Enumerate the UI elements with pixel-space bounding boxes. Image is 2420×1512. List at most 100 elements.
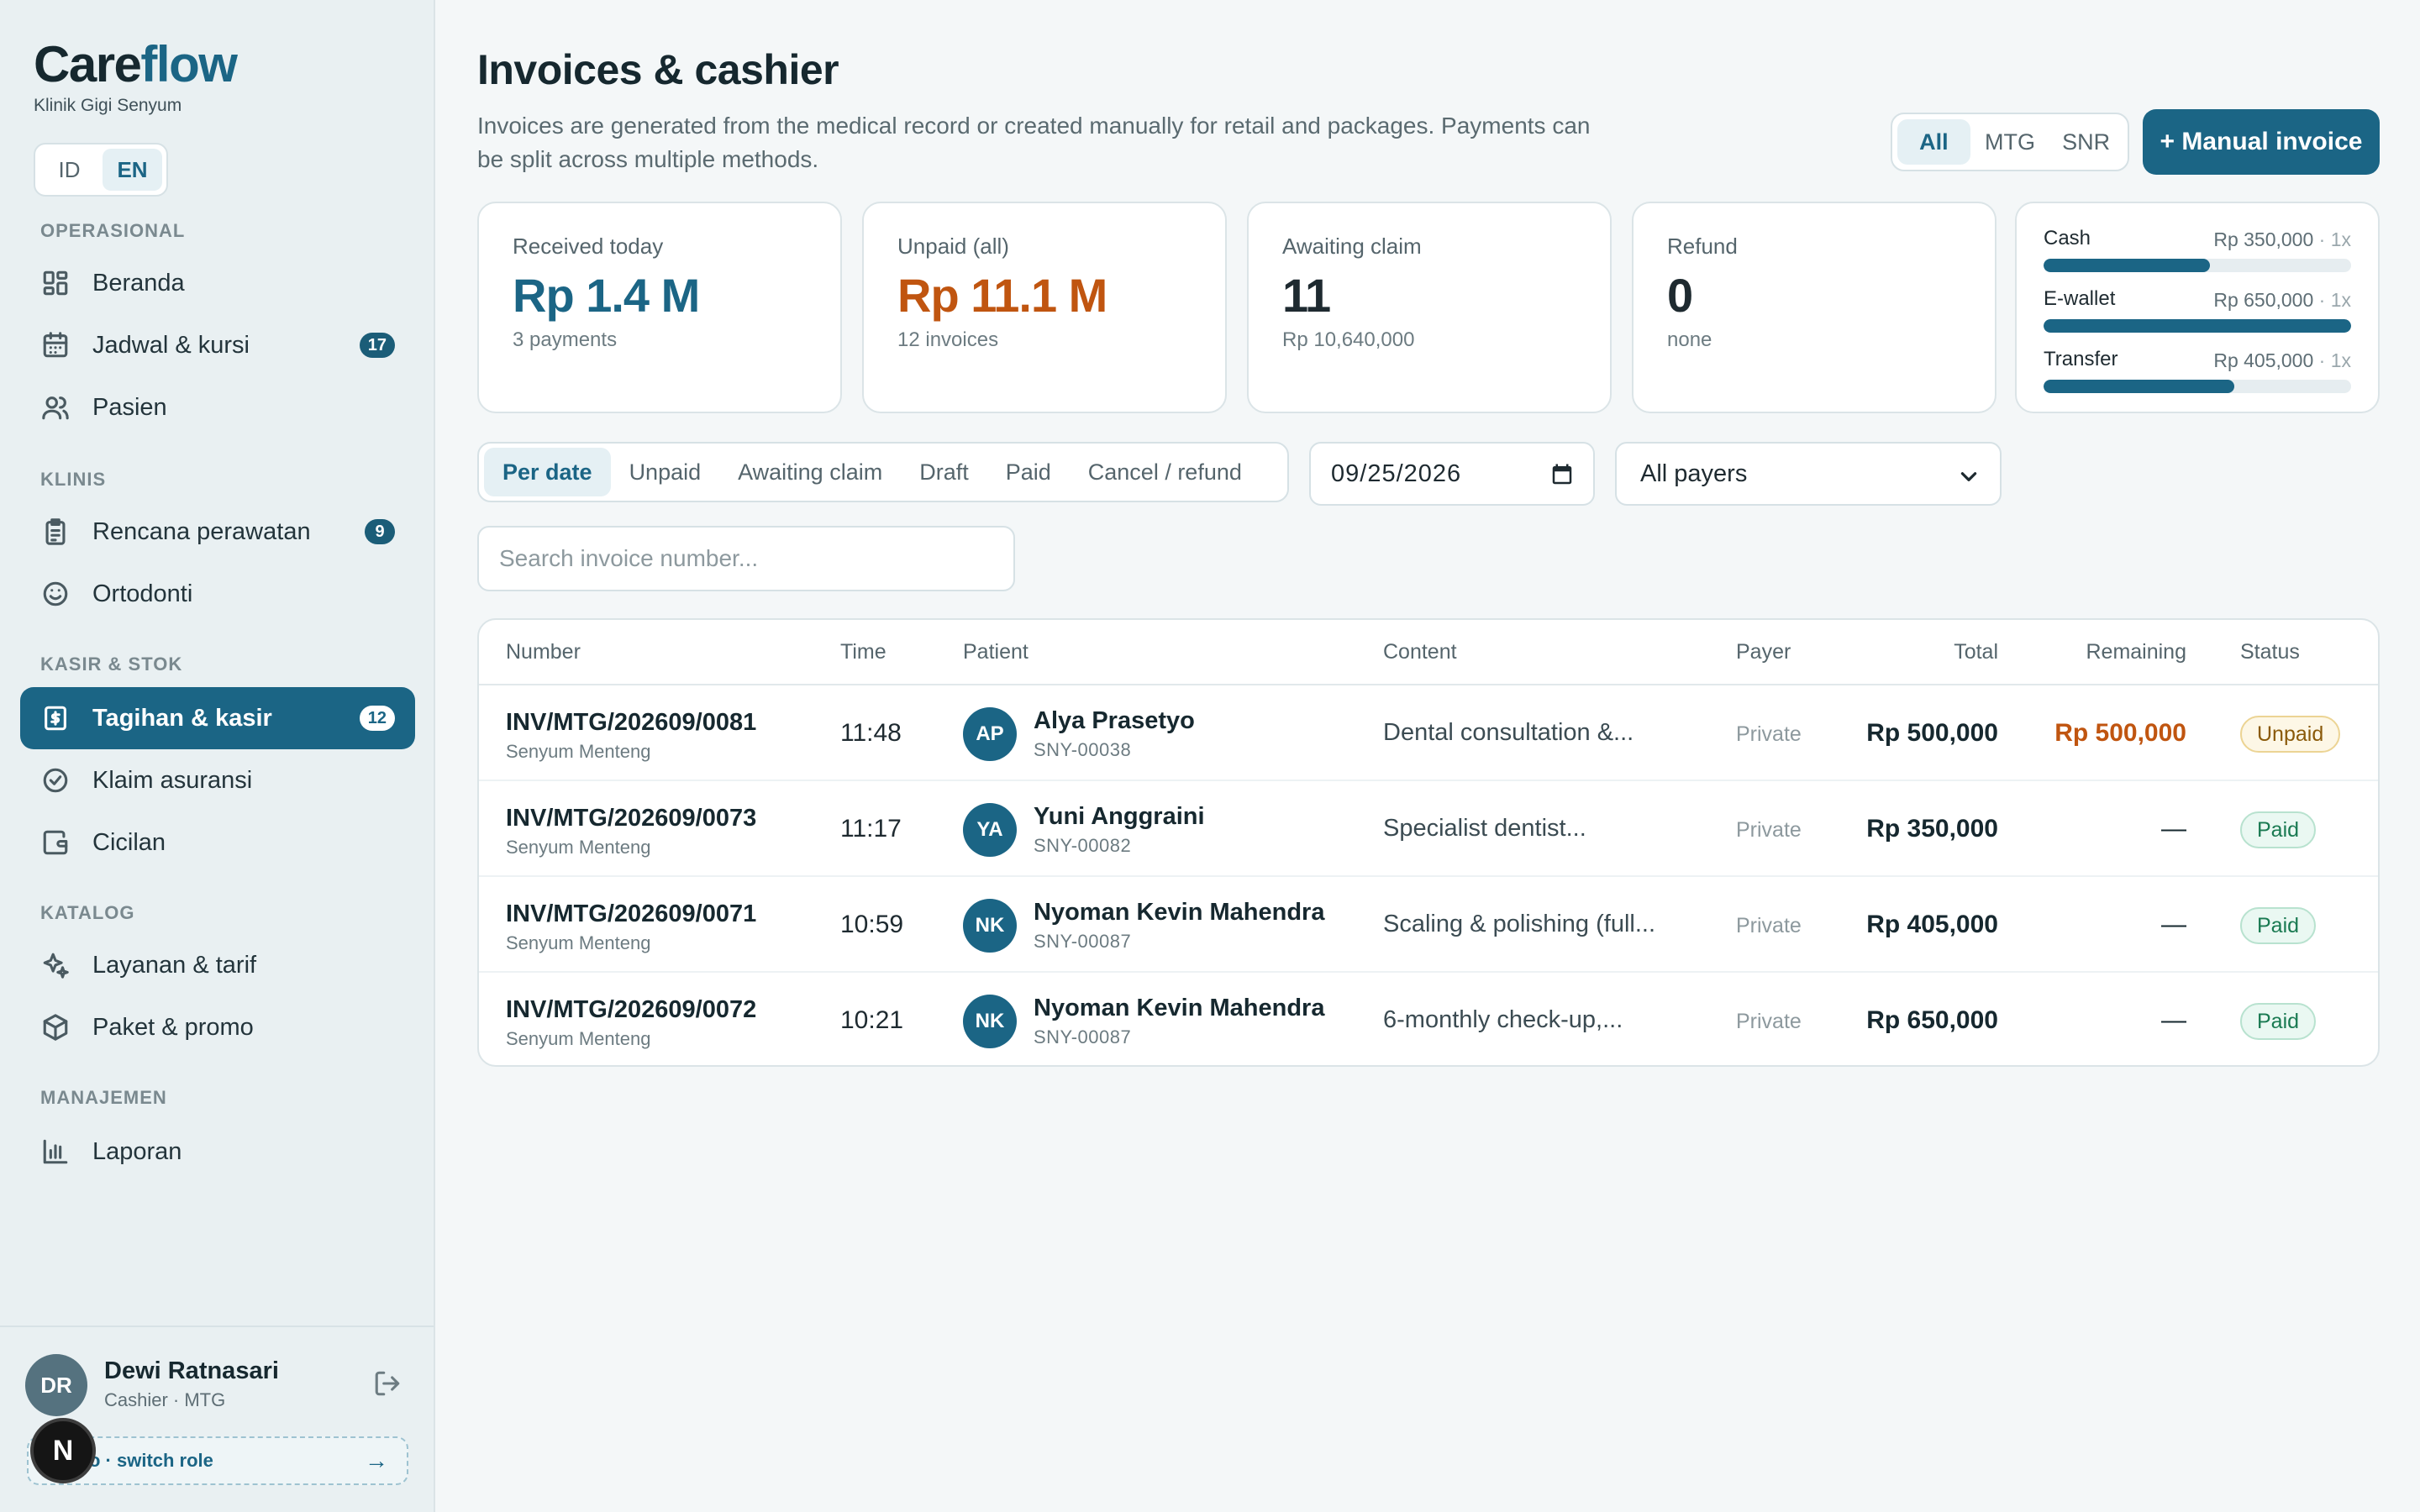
- sidebar-item-pasien[interactable]: Pasien: [20, 376, 415, 438]
- invoice-branch: Senyum Menteng: [506, 1028, 651, 1049]
- column-payer[interactable]: Payer: [1736, 640, 1791, 664]
- sidebar-item-label: Layanan & tarif: [92, 951, 257, 979]
- invoice-time: 11:48: [840, 719, 902, 747]
- column-total[interactable]: Total: [1954, 640, 1998, 664]
- sidebar-item-klaim-asuransi[interactable]: Klaim asuransi: [20, 749, 415, 811]
- search-input[interactable]: [477, 526, 1015, 591]
- sidebar-item-label: Cicilan: [92, 828, 166, 856]
- package-icon: [40, 1012, 71, 1042]
- status-filter-tabs: Per date Unpaid Awaiting claim Draft Pai…: [477, 442, 1289, 502]
- nav-section-katalog: KATALOG: [40, 902, 135, 923]
- invoice-total: Rp 500,000: [1866, 719, 1998, 747]
- sidebar-item-label: Jadwal & kursi: [92, 331, 250, 359]
- tab-per-date[interactable]: Per date: [484, 448, 611, 496]
- invoice-remaining: —: [2161, 815, 2186, 843]
- sidebar-item-cicilan[interactable]: Cicilan: [20, 811, 415, 874]
- date-picker[interactable]: 09/25/2026: [1309, 442, 1595, 506]
- invoice-content: Specialist dentist...: [1383, 815, 1586, 842]
- sidebar-item-label: Klaim asuransi: [92, 766, 253, 794]
- floating-n-button[interactable]: N: [30, 1418, 96, 1483]
- lang-en-button[interactable]: EN: [103, 149, 162, 191]
- patient-id: SNY-00038: [1034, 739, 1132, 760]
- dashboard-icon: [40, 268, 71, 298]
- invoice-remaining: —: [2161, 1006, 2186, 1034]
- invoice-content: Scaling & polishing (full...: [1383, 911, 1655, 937]
- sidebar-item-label: Laporan: [92, 1137, 182, 1165]
- sidebar-item-layanan-tarif[interactable]: Layanan & tarif: [20, 934, 415, 996]
- invoice-number[interactable]: INV/MTG/202609/0071: [506, 900, 756, 928]
- table-row[interactable]: INV/MTG/202609/0072 Senyum Menteng 10:21…: [479, 973, 2378, 1065]
- patient-name[interactable]: Alya Prasetyo: [1034, 707, 1195, 735]
- payment-method-ewallet: E-wallet Rp 650,000 · 1x: [2044, 287, 2351, 348]
- sidebar-item-tagihan-kasir[interactable]: Tagihan & kasir 12: [20, 687, 415, 749]
- table-row[interactable]: INV/MTG/202609/0081 Senyum Menteng 11:48…: [479, 685, 2378, 781]
- count-badge: 17: [359, 333, 395, 358]
- avatar: YA: [963, 803, 1017, 857]
- bar-chart-icon: [40, 1137, 71, 1167]
- tab-unpaid[interactable]: Unpaid: [611, 448, 720, 496]
- sidebar-item-label: Paket & promo: [92, 1013, 254, 1041]
- invoice-number[interactable]: INV/MTG/202609/0073: [506, 805, 756, 832]
- column-number[interactable]: Number: [506, 640, 581, 664]
- patient-id: SNY-00087: [1034, 1026, 1132, 1047]
- stat-card-received-today: Received today Rp 1.4 M 3 payments: [477, 202, 842, 413]
- logout-icon[interactable]: [373, 1369, 403, 1399]
- column-remaining[interactable]: Remaining: [2086, 640, 2186, 664]
- invoice-payer: Private: [1736, 818, 1802, 842]
- user-role: Cashier · MTG: [104, 1389, 226, 1410]
- payer-select[interactable]: All payers: [1615, 442, 2002, 506]
- page-description: Invoices are generated from the medical …: [477, 113, 1591, 172]
- sidebar-item-jadwal[interactable]: Jadwal & kursi 17: [20, 314, 415, 376]
- sidebar-item-paket-promo[interactable]: Paket & promo: [20, 996, 415, 1058]
- sidebar-item-beranda[interactable]: Beranda: [20, 252, 415, 314]
- patient-name[interactable]: Nyoman Kevin Mahendra: [1034, 995, 1324, 1022]
- column-patient[interactable]: Patient: [963, 640, 1028, 664]
- sidebar: Careflow Klinik Gigi Senyum ID EN OPERAS…: [0, 0, 435, 1512]
- count-badge: 9: [365, 519, 395, 544]
- stat-card-unpaid: Unpaid (all) Rp 11.1 M 12 invoices: [862, 202, 1227, 413]
- column-status[interactable]: Status: [2240, 640, 2300, 664]
- avatar: AP: [963, 707, 1017, 761]
- invoice-payer: Private: [1736, 914, 1802, 937]
- invoice-number[interactable]: INV/MTG/202609/0081: [506, 709, 756, 737]
- table-row[interactable]: INV/MTG/202609/0073 Senyum Menteng 11:17…: [479, 781, 2378, 877]
- stat-value: 0: [1667, 269, 1693, 322]
- clinic-name: Klinik Gigi Senyum: [34, 96, 182, 115]
- brand: Careflow Klinik Gigi Senyum: [34, 35, 238, 116]
- avatar[interactable]: DR: [25, 1354, 87, 1416]
- branch-tab-mtg[interactable]: MTG: [1974, 119, 2047, 165]
- column-content[interactable]: Content: [1383, 640, 1457, 664]
- sidebar-item-label: Tagihan & kasir: [92, 704, 272, 732]
- patient-name[interactable]: Yuni Anggraini: [1034, 803, 1205, 831]
- invoice-total: Rp 350,000: [1866, 815, 1998, 843]
- tab-cancel-refund[interactable]: Cancel / refund: [1070, 448, 1260, 496]
- invoice-branch: Senyum Menteng: [506, 741, 651, 762]
- sidebar-item-rencana-perawatan[interactable]: Rencana perawatan 9: [20, 501, 415, 563]
- tab-paid[interactable]: Paid: [987, 448, 1070, 496]
- invoice-number[interactable]: INV/MTG/202609/0072: [506, 996, 756, 1024]
- invoice-time: 10:59: [840, 911, 904, 938]
- sidebar-item-ortodonti[interactable]: Ortodonti: [20, 563, 415, 625]
- invoice-payer: Private: [1736, 1010, 1802, 1033]
- invoice-payer: Private: [1736, 722, 1802, 746]
- calendar-icon[interactable]: [1549, 462, 1575, 487]
- invoice-remaining: —: [2161, 911, 2186, 938]
- sidebar-item-laporan[interactable]: Laporan: [20, 1121, 415, 1183]
- branch-tab-snr[interactable]: SNR: [2049, 119, 2123, 165]
- column-time[interactable]: Time: [840, 640, 886, 664]
- payment-methods-card: Cash Rp 350,000 · 1x E-wallet Rp 650,000…: [2015, 202, 2380, 413]
- patient-id: SNY-00082: [1034, 835, 1132, 856]
- brand-logo[interactable]: Careflow: [34, 35, 238, 94]
- stat-value: Rp 1.4 M: [513, 269, 700, 322]
- invoice-total: Rp 650,000: [1866, 1006, 1998, 1034]
- progress-fill: [2044, 259, 2210, 272]
- tab-awaiting-claim[interactable]: Awaiting claim: [719, 448, 901, 496]
- invoice-branch: Senyum Menteng: [506, 932, 651, 953]
- patient-name[interactable]: Nyoman Kevin Mahendra: [1034, 899, 1324, 927]
- tab-draft[interactable]: Draft: [901, 448, 987, 496]
- lang-id-button[interactable]: ID: [39, 149, 99, 191]
- branch-tab-all[interactable]: All: [1897, 119, 1970, 165]
- table-row[interactable]: INV/MTG/202609/0071 Senyum Menteng 10:59…: [479, 877, 2378, 973]
- manual-invoice-button[interactable]: + Manual invoice: [2143, 109, 2380, 175]
- check-circle-icon: [40, 765, 71, 795]
